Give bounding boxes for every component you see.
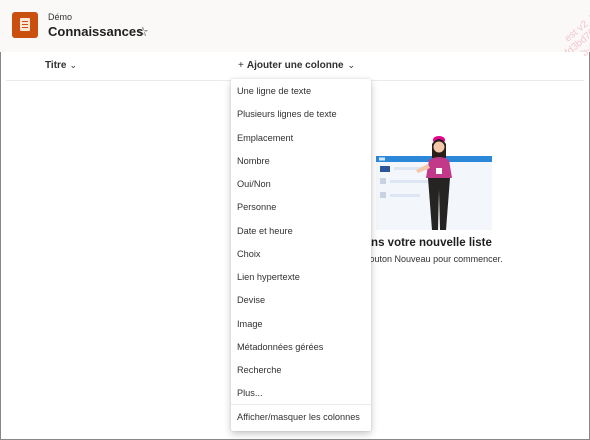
list-title: Connaissances xyxy=(48,24,144,39)
add-column-menu: Une ligne de texte Plusieurs lignes de t… xyxy=(231,79,371,431)
column-header-titre-label: Titre xyxy=(45,60,67,71)
list-header: Démo Connaissances ☆ xyxy=(0,0,590,52)
chevron-down-icon: ⌄ xyxy=(347,60,356,70)
menu-item-date-et-heure[interactable]: Date et heure xyxy=(231,220,371,242)
menu-item-metadonnees-gerees[interactable]: Métadonnées gérées xyxy=(231,336,371,358)
menu-item-choix[interactable]: Choix xyxy=(231,243,371,265)
menu-item-emplacement[interactable]: Emplacement xyxy=(231,127,371,149)
menu-item-afficher-masquer-colonnes[interactable]: Afficher/masquer les colonnes xyxy=(231,406,371,428)
menu-item-une-ligne-de-texte[interactable]: Une ligne de texte xyxy=(231,80,371,102)
menu-item-oui-non[interactable]: Oui/Non xyxy=(231,173,371,195)
empty-list-illustration xyxy=(376,136,492,230)
menu-item-plus[interactable]: Plus... xyxy=(231,382,371,404)
menu-item-devise[interactable]: Devise xyxy=(231,289,371,311)
column-header-titre[interactable]: Titre ⌄ xyxy=(45,60,77,71)
add-column-button[interactable]: + Ajouter une colonne ⌄ xyxy=(238,60,355,71)
menu-divider xyxy=(231,404,371,405)
menu-item-lien-hypertexte[interactable]: Lien hypertexte xyxy=(231,266,371,288)
star-outline-icon[interactable]: ☆ xyxy=(137,24,149,40)
site-name[interactable]: Démo xyxy=(48,12,72,22)
plus-icon: + xyxy=(238,60,244,71)
menu-item-image[interactable]: Image xyxy=(231,313,371,335)
menu-item-nombre[interactable]: Nombre xyxy=(231,150,371,172)
column-header-row: Titre ⌄ + Ajouter une colonne ⌄ xyxy=(6,52,584,81)
menu-item-plusieurs-lignes-de-texte[interactable]: Plusieurs lignes de texte xyxy=(231,103,371,125)
add-column-label: Ajouter une colonne xyxy=(246,60,344,71)
chevron-down-icon: ⌄ xyxy=(69,60,78,70)
menu-item-recherche[interactable]: Recherche xyxy=(231,359,371,381)
menu-item-personne[interactable]: Personne xyxy=(231,196,371,218)
list-app-icon xyxy=(12,12,38,38)
